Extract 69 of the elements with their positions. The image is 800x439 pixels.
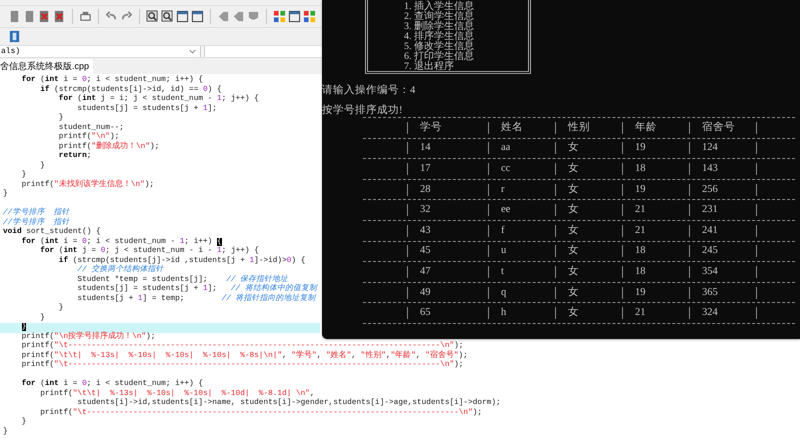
window-icon[interactable] <box>176 10 189 23</box>
table-cell: 324 <box>689 307 756 320</box>
scope-field[interactable]: als) <box>0 46 201 57</box>
table-cell: 47 <box>407 266 488 278</box>
status-message: 按学号排序成功! <box>322 105 404 117</box>
table-cell: h <box>488 307 555 320</box>
member-field[interactable] <box>204 46 323 57</box>
table-cell: 女 <box>555 142 622 154</box>
window-icon[interactable] <box>288 10 301 23</box>
table-cell: 65 <box>407 307 488 320</box>
table-cell: 19 <box>622 184 689 196</box>
table-cell: f <box>488 224 555 237</box>
table-cell: 女 <box>555 286 622 299</box>
table-cell: u <box>488 245 555 258</box>
table-cell: 女 <box>555 307 622 320</box>
arrow-icon[interactable] <box>232 10 245 23</box>
prompt-text: 请输入操作编号：4 <box>322 85 416 97</box>
table-cell: 28 <box>407 184 488 196</box>
table-cell: aa <box>488 142 555 154</box>
table-cell: cc <box>488 162 555 175</box>
grid-icon[interactable] <box>303 10 316 23</box>
table-cell: 143 <box>689 162 756 175</box>
table-cell: 231 <box>689 204 756 216</box>
print-icon[interactable] <box>79 10 92 23</box>
table-cell: 43 <box>407 224 488 237</box>
book-icon[interactable] <box>8 30 21 43</box>
column-header: 宿舍号 <box>689 122 756 134</box>
table-cell: 49 <box>407 286 488 299</box>
table-cell: 32 <box>407 204 488 216</box>
column-header: 姓名 <box>488 122 555 134</box>
table-cell: 124 <box>689 142 756 154</box>
table-cell: 18 <box>622 162 689 175</box>
column-header: 性别 <box>555 122 622 134</box>
table-cell: 21 <box>622 204 689 216</box>
table-cell: 21 <box>622 307 689 320</box>
close-file-icon[interactable] <box>53 10 66 23</box>
table-cell: 14 <box>407 142 488 154</box>
column-header: 学号 <box>407 122 488 134</box>
table-cell: 19 <box>622 142 689 154</box>
chevron-down-icon <box>189 49 196 54</box>
table-cell: 女 <box>555 224 622 237</box>
window-icon[interactable] <box>191 10 204 23</box>
table-cell: 女 <box>555 266 622 278</box>
table-cell: 女 <box>555 204 622 216</box>
table-cell: 18 <box>622 266 689 278</box>
search-icon[interactable] <box>146 10 159 23</box>
table-cell: 256 <box>689 184 756 196</box>
table-cell: t <box>488 266 555 278</box>
table-cell: r <box>488 184 555 196</box>
table-cell: 21 <box>622 224 689 237</box>
table-cell: ee <box>488 204 555 216</box>
table-cell: 女 <box>555 184 622 196</box>
table-cell: q <box>488 286 555 299</box>
table-cell: 女 <box>555 245 622 258</box>
file-tab[interactable]: 舍信息系统终极版.cpp <box>0 59 94 74</box>
table-cell: 354 <box>689 266 756 278</box>
grid-icon[interactable] <box>273 10 286 23</box>
search-icon[interactable] <box>161 10 174 23</box>
table-cell: 245 <box>689 245 756 258</box>
table-cell: 女 <box>555 162 622 175</box>
table-cell: 365 <box>689 286 756 299</box>
table-cell: 17 <box>407 162 488 175</box>
arrow-icon[interactable] <box>217 10 230 23</box>
table-cell: 241 <box>689 224 756 237</box>
table-cell: 19 <box>622 286 689 299</box>
close-file-icon[interactable] <box>38 10 51 23</box>
table-cell: 18 <box>622 245 689 258</box>
table-cell: 45 <box>407 245 488 258</box>
column-header: 年龄 <box>622 122 689 134</box>
